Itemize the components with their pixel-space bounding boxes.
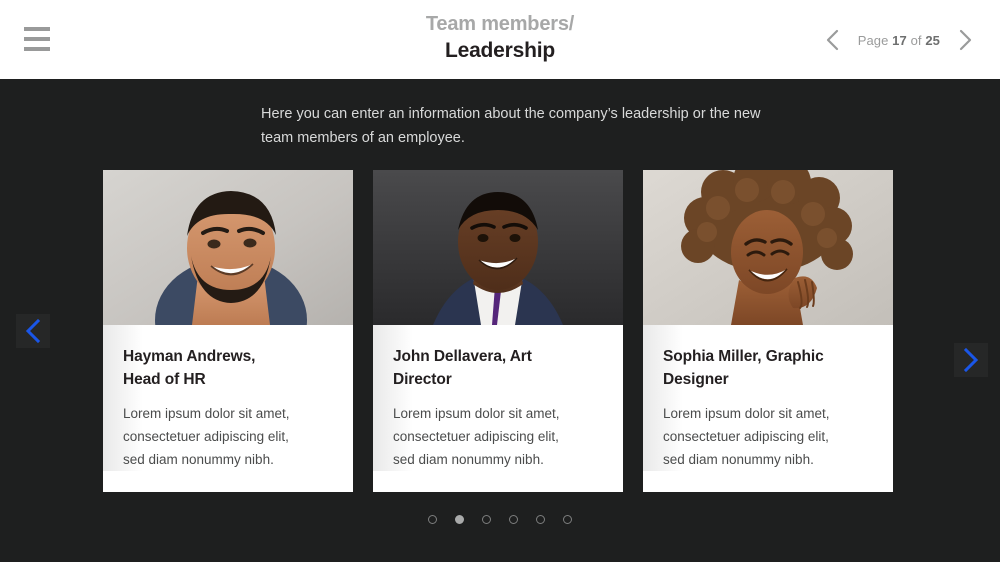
team-member-photo — [373, 170, 623, 325]
team-member-photo — [103, 170, 353, 325]
desc-line-2: consectetuer adipiscing elit, — [123, 429, 289, 444]
team-member-info: John Dellavera, Art Director Lorem ipsum… — [373, 325, 623, 471]
team-member-role: Head of HR — [123, 371, 206, 388]
pagination: Page 17 of 25 — [818, 24, 980, 56]
carousel-next-button[interactable] — [954, 343, 988, 377]
team-member-card[interactable]: Sophia Miller, Graphic Designer Lorem ip… — [643, 170, 893, 492]
carousel-right-mask — [893, 170, 1000, 492]
desc-line-3: sed diam nonummy nibh. — [393, 452, 544, 467]
team-member-name-line1: John Dellavera, Art — [393, 348, 532, 365]
team-member-role: Director — [393, 371, 452, 388]
desc-line-1: Lorem ipsum dolor sit amet, — [663, 406, 830, 421]
chevron-left-icon — [25, 318, 41, 344]
desc-line-1: Lorem ipsum dolor sit amet, — [123, 406, 290, 421]
slide-body: Here you can enter an information about … — [0, 79, 1000, 562]
chevron-right-icon — [963, 347, 979, 373]
portrait-laughing-woman-curly-hair-icon — [643, 170, 893, 325]
carousel-dot-5[interactable] — [536, 515, 545, 524]
desc-line-2: consectetuer adipiscing elit, — [393, 429, 559, 444]
team-member-role: Designer — [663, 371, 729, 388]
team-member-name: John Dellavera, Art Director — [393, 345, 603, 391]
desc-line-1: Lorem ipsum dolor sit amet, — [393, 406, 560, 421]
intro-paragraph: Here you can enter an information about … — [261, 103, 761, 150]
carousel-dot-2[interactable] — [455, 515, 464, 524]
team-member-photo — [643, 170, 893, 325]
pagination-prefix: Page — [857, 32, 889, 48]
desc-line-3: sed diam nonummy nibh. — [663, 452, 814, 467]
desc-line-2: consectetuer adipiscing elit, — [663, 429, 829, 444]
pagination-total: 25 — [925, 32, 940, 48]
carousel-dots — [0, 515, 1000, 524]
carousel-dot-6[interactable] — [563, 515, 572, 524]
team-member-info: Hayman Andrews, Head of HR Lorem ipsum d… — [103, 325, 353, 471]
team-member-name-line1: Sophia Miller, Graphic — [663, 348, 824, 365]
team-member-description: Lorem ipsum dolor sit amet, consectetuer… — [123, 402, 333, 471]
pagination-prev-button[interactable] — [818, 24, 848, 56]
team-member-name: Sophia Miller, Graphic Designer — [663, 345, 873, 391]
pagination-label: Page 17 of 25 — [858, 33, 940, 48]
team-member-info: Sophia Miller, Graphic Designer Lorem ip… — [643, 325, 893, 471]
team-member-card[interactable]: Hayman Andrews, Head of HR Lorem ipsum d… — [103, 170, 353, 492]
carousel-prev-button[interactable] — [16, 314, 50, 348]
carousel-dot-1[interactable] — [428, 515, 437, 524]
team-member-description: Lorem ipsum dolor sit amet, consectetuer… — [663, 402, 873, 471]
portrait-smiling-man-beard-icon — [103, 170, 353, 325]
pagination-next-button[interactable] — [950, 24, 980, 56]
team-member-description: Lorem ipsum dolor sit amet, consectetuer… — [393, 402, 603, 471]
carousel-dot-4[interactable] — [509, 515, 518, 524]
intro-line-1: Here you can enter an information about … — [261, 106, 706, 122]
pagination-middle: of — [910, 32, 922, 48]
chevron-right-icon — [959, 29, 971, 51]
chevron-left-icon — [827, 29, 839, 51]
portrait-smiling-man-suit-icon — [373, 170, 623, 325]
carousel-dot-3[interactable] — [482, 515, 491, 524]
page-header: Team members/ Leadership Page 17 of 25 — [0, 0, 1000, 79]
desc-line-3: sed diam nonummy nibh. — [123, 452, 274, 467]
team-card-carousel[interactable]: Hayman Andrews, Head of HR Lorem ipsum d… — [0, 170, 1000, 492]
team-member-name: Hayman Andrews, Head of HR — [123, 345, 333, 391]
team-member-card[interactable]: John Dellavera, Art Director Lorem ipsum… — [373, 170, 623, 492]
pagination-current: 17 — [892, 32, 907, 48]
team-member-name-line1: Hayman Andrews, — [123, 348, 256, 365]
